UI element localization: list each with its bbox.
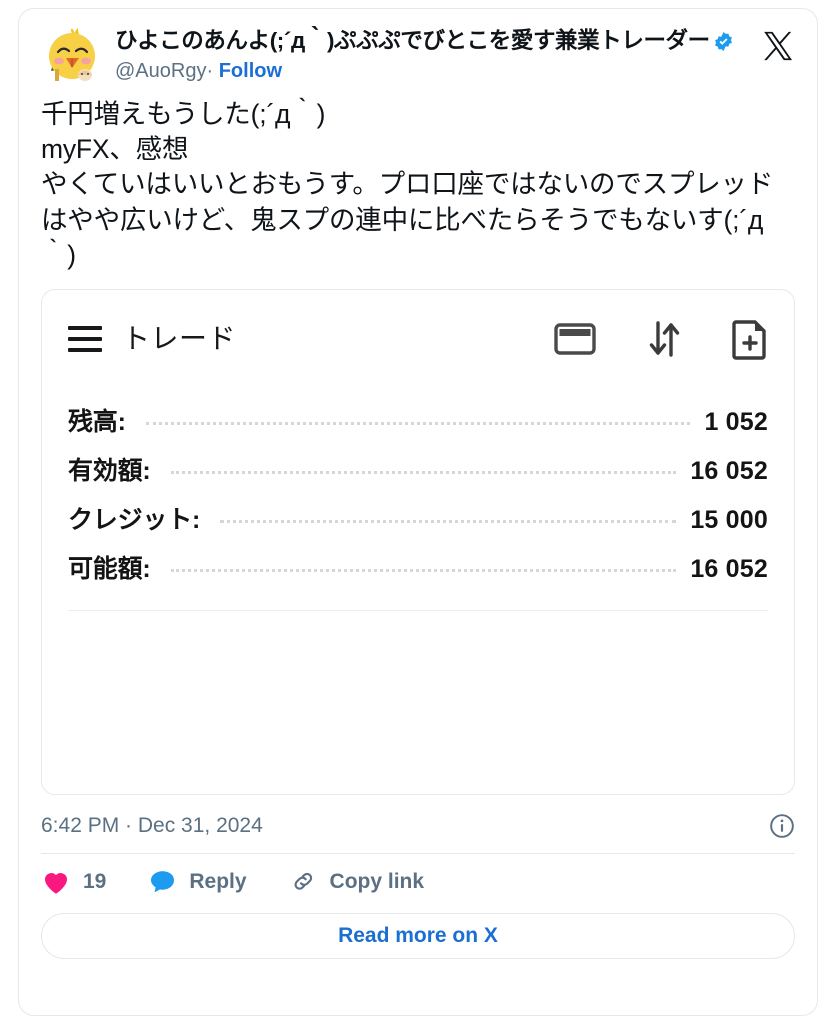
reply-button[interactable]: Reply [148,868,247,895]
handle-separator: · [206,60,214,83]
table-row: 有効額: 16 052 [68,451,768,500]
app-toolbar: トレード [42,290,794,382]
positions-empty-area [42,611,794,794]
handle-row: @AuoRgy· Follow [115,58,753,84]
row-value: 15 000 [690,506,768,535]
read-more-wrapper: Read more on X [19,907,817,960]
tweet-timestamp: 6:42 PM · Dec 31, 2024 [41,814,263,838]
new-document-icon[interactable] [732,318,768,360]
copy-link-button[interactable]: Copy link [289,868,425,895]
row-label: 残高: [68,408,126,437]
row-value: 16 052 [690,457,768,486]
x-logo-icon[interactable] [761,25,795,63]
row-value: 1 052 [704,408,768,437]
dotted-leader [170,471,677,475]
author-display-name: ひよこのあんよ(;´д｀)ぷぷぷでびとこを愛す兼業トレーダー [115,28,710,53]
table-row: 可能額: 16 052 [68,549,768,598]
follow-link[interactable]: Follow [219,60,282,82]
reply-label: Reply [189,869,247,893]
tweet-header: ひよこのあんよ(;´д｀)ぷぷぷでびとこを愛す兼業トレーダー @AuoRgy· … [19,9,817,87]
verified-badge-icon [713,31,734,52]
avatar[interactable] [41,25,103,87]
tweet-embed-card: ひよこのあんよ(;´д｀)ぷぷぷでびとこを愛す兼業トレーダー @AuoRgy· … [18,8,818,1016]
read-more-button[interactable]: Read more on X [41,913,795,960]
link-icon [289,868,318,895]
copy-link-label: Copy link [329,869,425,893]
row-label: 可能額: [68,555,151,584]
table-row: クレジット: 15 000 [68,500,768,549]
row-label: 有効額: [68,457,151,486]
info-circle-icon[interactable] [769,813,795,839]
author-handle: @AuoRgy [115,60,207,83]
speech-bubble-icon [148,868,177,895]
like-button[interactable]: 19 [41,868,106,895]
dotted-leader [220,520,677,524]
app-title: トレード [122,323,237,355]
dotted-leader [145,422,691,426]
sort-arrows-icon[interactable] [644,319,684,359]
like-count: 19 [83,869,107,893]
tweet-text: 千円増えもうした(;´д｀) myFX、感想 やくていはいいとおもうす。プロ口座… [41,99,774,270]
account-summary-rows: 残高: 1 052 有効額: 16 052 クレジット: 15 000 可能額:… [42,382,794,612]
display-name-row: ひよこのあんよ(;´д｀)ぷぷぷでびとこを愛す兼業トレーダー [115,27,753,55]
row-value: 16 052 [690,555,768,584]
dotted-leader [170,569,677,573]
chick-avatar-icon [41,25,103,87]
embedded-app-screenshot: トレード 残高: 1 052 有効額: 16 052 クレジット: 15 000… [41,289,795,796]
row-label: クレジット: [68,506,201,535]
credit-card-icon[interactable] [554,322,596,356]
timestamp-row: 6:42 PM · Dec 31, 2024 [19,795,817,853]
tweet-actions: 19 Reply Copy link [19,854,817,907]
table-row: 残高: 1 052 [68,402,768,451]
author-info: ひよこのあんよ(;´д｀)ぷぷぷでびとこを愛す兼業トレーダー @AuoRgy· … [115,25,753,84]
hamburger-menu-icon[interactable] [68,326,102,353]
heart-icon [41,868,71,895]
